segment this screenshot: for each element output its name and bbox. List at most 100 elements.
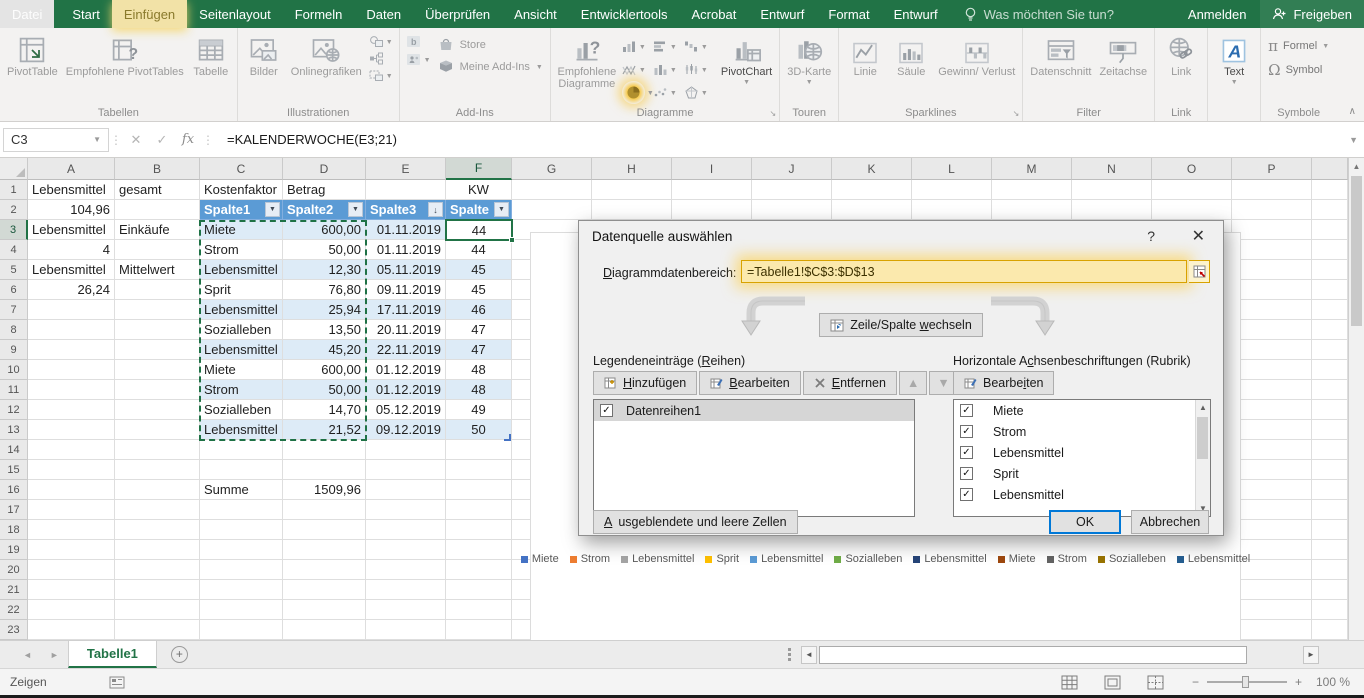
cell-C13[interactable]: Lebensmittel [200, 420, 283, 440]
cell-P12[interactable] [1232, 400, 1312, 420]
store-button[interactable]: Store [438, 37, 543, 52]
cell-D7[interactable]: 25,94 [283, 300, 366, 320]
filter-dropdown-icon[interactable]: ▼ [265, 202, 280, 217]
cell-A7[interactable] [28, 300, 115, 320]
cell-D5[interactable]: 12,30 [283, 260, 366, 280]
cell-D1[interactable]: Betrag [283, 180, 366, 200]
cell-P13[interactable] [1232, 420, 1312, 440]
sparkline-winloss-button[interactable]: Gewinn/ Verlust [934, 31, 1019, 103]
cell-E2[interactable]: Spalte3↓ [366, 200, 446, 220]
cell-E15[interactable] [366, 460, 446, 480]
pivottable-button[interactable]: PivotTable [3, 31, 62, 103]
scroll-up-icon[interactable]: ▲ [1199, 403, 1207, 412]
checkbox-checked-icon[interactable]: ✓ [960, 488, 973, 501]
category-item[interactable]: ✓Miete [954, 400, 1194, 421]
pictures-button[interactable]: Bilder [241, 31, 287, 103]
cell-E19[interactable] [366, 540, 446, 560]
cell-B6[interactable] [115, 280, 200, 300]
cell-F7[interactable]: 46 [446, 300, 512, 320]
row-header-9[interactable]: 9 [0, 340, 28, 360]
cell-D8[interactable]: 13,50 [283, 320, 366, 340]
row-header-20[interactable]: 20 [0, 560, 28, 580]
cell-B1[interactable]: gesamt [115, 180, 200, 200]
column-header-B[interactable]: B [115, 158, 200, 180]
pivotchart-button[interactable]: PivotChart ▼ [717, 31, 776, 103]
cell-C19[interactable] [200, 540, 283, 560]
cell-B2[interactable] [115, 200, 200, 220]
select-all-corner[interactable] [0, 158, 28, 180]
cell-P7[interactable] [1232, 300, 1312, 320]
cell-P15[interactable] [1232, 460, 1312, 480]
column-header-N[interactable]: N [1072, 158, 1152, 180]
new-sheet-button[interactable]: + [171, 646, 188, 663]
ribbon-tab-seitenlayout[interactable]: Seitenlayout [187, 0, 283, 28]
cell-B19[interactable] [115, 540, 200, 560]
cell-F6[interactable]: 45 [446, 280, 512, 300]
zoom-slider-thumb[interactable] [1242, 676, 1249, 688]
row-header-3[interactable]: 3 [0, 220, 28, 240]
cell-C3[interactable]: Miete [200, 220, 283, 240]
cell-F22[interactable] [446, 600, 512, 620]
add-series-button[interactable]: Hinzufügen [593, 371, 697, 395]
row-header-10[interactable]: 10 [0, 360, 28, 380]
remove-series-button[interactable]: Entfernen [803, 371, 897, 395]
cell-P23[interactable] [1232, 620, 1312, 640]
ribbon-tab-format[interactable]: Format [816, 0, 881, 28]
cell-A11[interactable] [28, 380, 115, 400]
cell-P18[interactable] [1232, 520, 1312, 540]
people-graph-icon[interactable]: ▼ [406, 53, 431, 67]
column-header-K[interactable]: K [832, 158, 912, 180]
cell-P8[interactable] [1232, 320, 1312, 340]
horizontal-scroll-thumb[interactable] [819, 646, 1247, 664]
stock-chart-button[interactable]: ▼ [684, 63, 715, 76]
cell-P14[interactable] [1232, 440, 1312, 460]
cell-B10[interactable] [115, 360, 200, 380]
ribbon-tab-entwicklertools[interactable]: Entwicklertools [569, 0, 680, 28]
sparkline-column-button[interactable]: Säule [888, 31, 934, 103]
dialog-close-button[interactable]: ✕ [1192, 226, 1205, 246]
pie-chart-button[interactable]: ▼ [622, 81, 653, 104]
cell-E23[interactable] [366, 620, 446, 640]
edit-categories-button[interactable]: Bearbeiten [953, 371, 1054, 395]
cell-C12[interactable]: Sozialleben [200, 400, 283, 420]
cell-P10[interactable] [1232, 360, 1312, 380]
cell-D9[interactable]: 45,20 [283, 340, 366, 360]
cell-E8[interactable]: 20.11.2019 [366, 320, 446, 340]
cell-C22[interactable] [200, 600, 283, 620]
cell-D16[interactable]: 1509,96 [283, 480, 366, 500]
row-header-21[interactable]: 21 [0, 580, 28, 600]
cell-D19[interactable] [283, 540, 366, 560]
cell-A19[interactable] [28, 540, 115, 560]
cell-D14[interactable] [283, 440, 366, 460]
cell-J1[interactable] [752, 180, 832, 200]
cell-B17[interactable] [115, 500, 200, 520]
link-button[interactable]: Link [1158, 31, 1204, 103]
cell-A2[interactable]: 104,96 [28, 200, 115, 220]
equation-button[interactable]: πFormel▼ [1268, 37, 1329, 55]
ribbon-tab-entwurf[interactable]: Entwurf [882, 0, 950, 28]
cell-C10[interactable]: Miete [200, 360, 283, 380]
cell-E5[interactable]: 05.11.2019 [366, 260, 446, 280]
row-header-8[interactable]: 8 [0, 320, 28, 340]
slicer-button[interactable]: Datenschnitt [1026, 31, 1095, 103]
zoom-slider[interactable] [1207, 681, 1287, 683]
cell-P2[interactable] [1232, 200, 1312, 220]
charts-dialog-launcher[interactable]: ↘ [770, 110, 777, 118]
cell-D12[interactable]: 14,70 [283, 400, 366, 420]
checkbox-checked-icon[interactable]: ✓ [960, 467, 973, 480]
cell-C18[interactable] [200, 520, 283, 540]
ribbon-tab-einfügen[interactable]: Einfügen [112, 0, 187, 28]
cell-C16[interactable]: Summe [200, 480, 283, 500]
online-pictures-button[interactable]: Onlinegrafiken [287, 31, 366, 103]
row-header-23[interactable]: 23 [0, 620, 28, 640]
column-header-C[interactable]: C [200, 158, 283, 180]
screenshot-button[interactable]: ▼ [369, 69, 393, 82]
cell-E22[interactable] [366, 600, 446, 620]
cell-D2[interactable]: Spalte2▼ [283, 200, 366, 220]
row-header-5[interactable]: 5 [0, 260, 28, 280]
cell-D6[interactable]: 76,80 [283, 280, 366, 300]
cell-B8[interactable] [115, 320, 200, 340]
column-header-P[interactable]: P [1232, 158, 1312, 180]
ribbon-tab-überprüfen[interactable]: Überprüfen [413, 0, 502, 28]
cell-F9[interactable]: 47 [446, 340, 512, 360]
